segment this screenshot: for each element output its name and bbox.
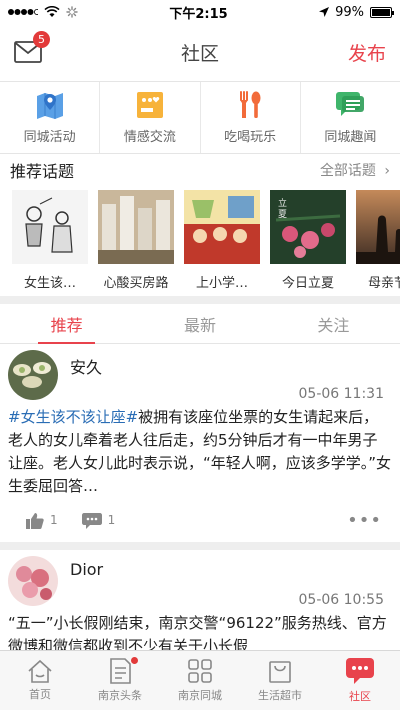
news-chat-icon [336, 92, 365, 116]
svg-text:立: 立 [278, 197, 287, 209]
grid-icon [188, 659, 212, 683]
category-label: 情感交流 [123, 130, 176, 145]
post-username[interactable]: 安久 [70, 354, 102, 402]
all-topics-link[interactable]: 全部话题 › [320, 160, 390, 180]
section-title: 推荐话题 [10, 162, 75, 181]
thumbs-up-icon [26, 512, 44, 529]
category-label: 同城趣闻 [324, 130, 377, 145]
like-button[interactable]: 1 [26, 512, 58, 529]
status-left [8, 6, 78, 18]
tab-following[interactable]: 关注 [267, 304, 400, 343]
tabbar-label: 生活超市 [258, 689, 302, 702]
utensils-icon [240, 91, 261, 118]
nav-bar: 5 社区 发布 [0, 24, 400, 82]
post-username[interactable]: Dior [70, 560, 103, 608]
category-label: 吃喝玩乐 [224, 130, 277, 145]
all-topics-label: 全部话题 [319, 163, 376, 179]
category-grid: 同城活动 情感交流 吃喝玩乐 同城趣闻 [0, 82, 400, 154]
wifi-icon [44, 6, 60, 17]
heart-chat-icon [136, 92, 163, 118]
tab-latest[interactable]: 最新 [133, 304, 266, 343]
message-button[interactable]: 5 [14, 30, 50, 65]
home-icon [28, 659, 52, 683]
battery-percent: 99% [335, 4, 364, 20]
topic-label: 今日立夏 [281, 276, 334, 291]
status-time: 下午2:15 [169, 6, 228, 22]
location-arrow-icon [319, 7, 330, 17]
status-bar: 下午2:15 99% [0, 0, 400, 24]
post-body: “五一”小长假刚结束，南京交警“96122”服务热线、官方微博和微信都收到不少有… [8, 614, 387, 655]
shopping-bag-icon [269, 661, 291, 683]
topic-card[interactable]: 上小学… [184, 190, 260, 296]
notification-dot [131, 657, 138, 664]
loading-icon [66, 6, 78, 18]
post-divider [0, 542, 400, 550]
chevron-right-icon: › [384, 163, 390, 179]
tab-recommend[interactable]: 推荐 [0, 304, 133, 344]
tabbar-label: 社区 [349, 690, 371, 703]
category-local-news[interactable]: 同城趣闻 [301, 82, 400, 153]
tabbar-community[interactable]: 社区 [320, 651, 400, 710]
post-item[interactable]: 安久 05-06 11:31 #女生该不该让座#被拥有该座位坐票的女生请起来后，… [0, 344, 400, 542]
topic-image [356, 190, 400, 264]
topic-label: 女生该… [23, 276, 76, 291]
section-divider [0, 296, 400, 304]
page-title: 社区 [180, 43, 219, 65]
tabbar-shop[interactable]: 生活超市 [240, 651, 320, 710]
feed-tabs: 推荐 最新 关注 [0, 304, 400, 344]
bottom-tab-bar: 首页 南京头条 南京同城 生活超市 社区 [0, 650, 400, 710]
post-content: #女生该不该让座#被拥有该座位坐票的女生请起来后，老人的女儿牵着老人往后走，约5… [8, 406, 392, 498]
post-time: 05-06 10:55 [298, 592, 384, 608]
post-header: Dior 05-06 10:55 [8, 556, 392, 608]
avatar[interactable] [8, 556, 58, 606]
tabbar-local[interactable]: 南京同城 [160, 651, 240, 710]
tabbar-label: 首页 [29, 688, 51, 701]
comment-count: 1 [107, 513, 116, 527]
post-actions: 1 1 ••• [8, 498, 392, 542]
tabbar-label: 南京同城 [178, 689, 222, 702]
document-icon [110, 658, 131, 684]
topic-image: 立 夏 [270, 190, 346, 264]
recommend-header: 推荐话题 全部话题 › [0, 154, 400, 186]
category-label: 同城活动 [23, 130, 76, 145]
post-hashtag[interactable]: #女生该不该让座# [8, 408, 138, 426]
message-badge: 5 [33, 30, 50, 48]
topic-carousel: 女生该… 心酸买房路 上小学… 立 夏 今日立夏 母亲 [0, 186, 400, 296]
topic-label: 上小学… [195, 276, 248, 291]
tabbar-headlines[interactable]: 南京头条 [80, 651, 160, 710]
publish-button[interactable]: 发布 [348, 39, 386, 66]
post-time: 05-06 11:31 [298, 386, 384, 402]
topic-label: 心酸买房路 [103, 276, 169, 291]
topic-label: 母亲节买 [367, 276, 400, 291]
topic-card[interactable]: 心酸买房路 [98, 190, 174, 296]
svg-text:夏: 夏 [278, 209, 287, 220]
signal-icon [8, 9, 38, 15]
topic-image [12, 190, 88, 264]
topic-image [98, 190, 174, 264]
status-right: 99% [319, 4, 394, 20]
topic-card[interactable]: 立 夏 今日立夏 [270, 190, 346, 296]
tabbar-label: 南京头条 [98, 689, 142, 702]
category-emotion[interactable]: 情感交流 [100, 82, 201, 153]
post-item[interactable]: Dior 05-06 10:55 “五一”小长假刚结束，南京交警“96122”服… [0, 550, 400, 658]
post-header: 安久 05-06 11:31 [8, 350, 392, 402]
topic-card[interactable]: 女生该… [12, 190, 88, 296]
more-options-icon[interactable]: ••• [347, 510, 382, 531]
comment-icon [81, 512, 102, 529]
category-food-fun[interactable]: 吃喝玩乐 [201, 82, 301, 153]
tabbar-home[interactable]: 首页 [0, 651, 80, 710]
avatar[interactable] [8, 350, 58, 400]
comment-button[interactable]: 1 [81, 512, 116, 529]
map-pin-icon [36, 93, 63, 119]
community-chat-icon [346, 658, 374, 684]
topic-image [184, 190, 260, 264]
like-count: 1 [50, 513, 58, 527]
battery-icon [370, 6, 394, 18]
category-local-events[interactable]: 同城活动 [0, 82, 101, 153]
topic-card[interactable]: 母亲节买 [356, 190, 400, 296]
